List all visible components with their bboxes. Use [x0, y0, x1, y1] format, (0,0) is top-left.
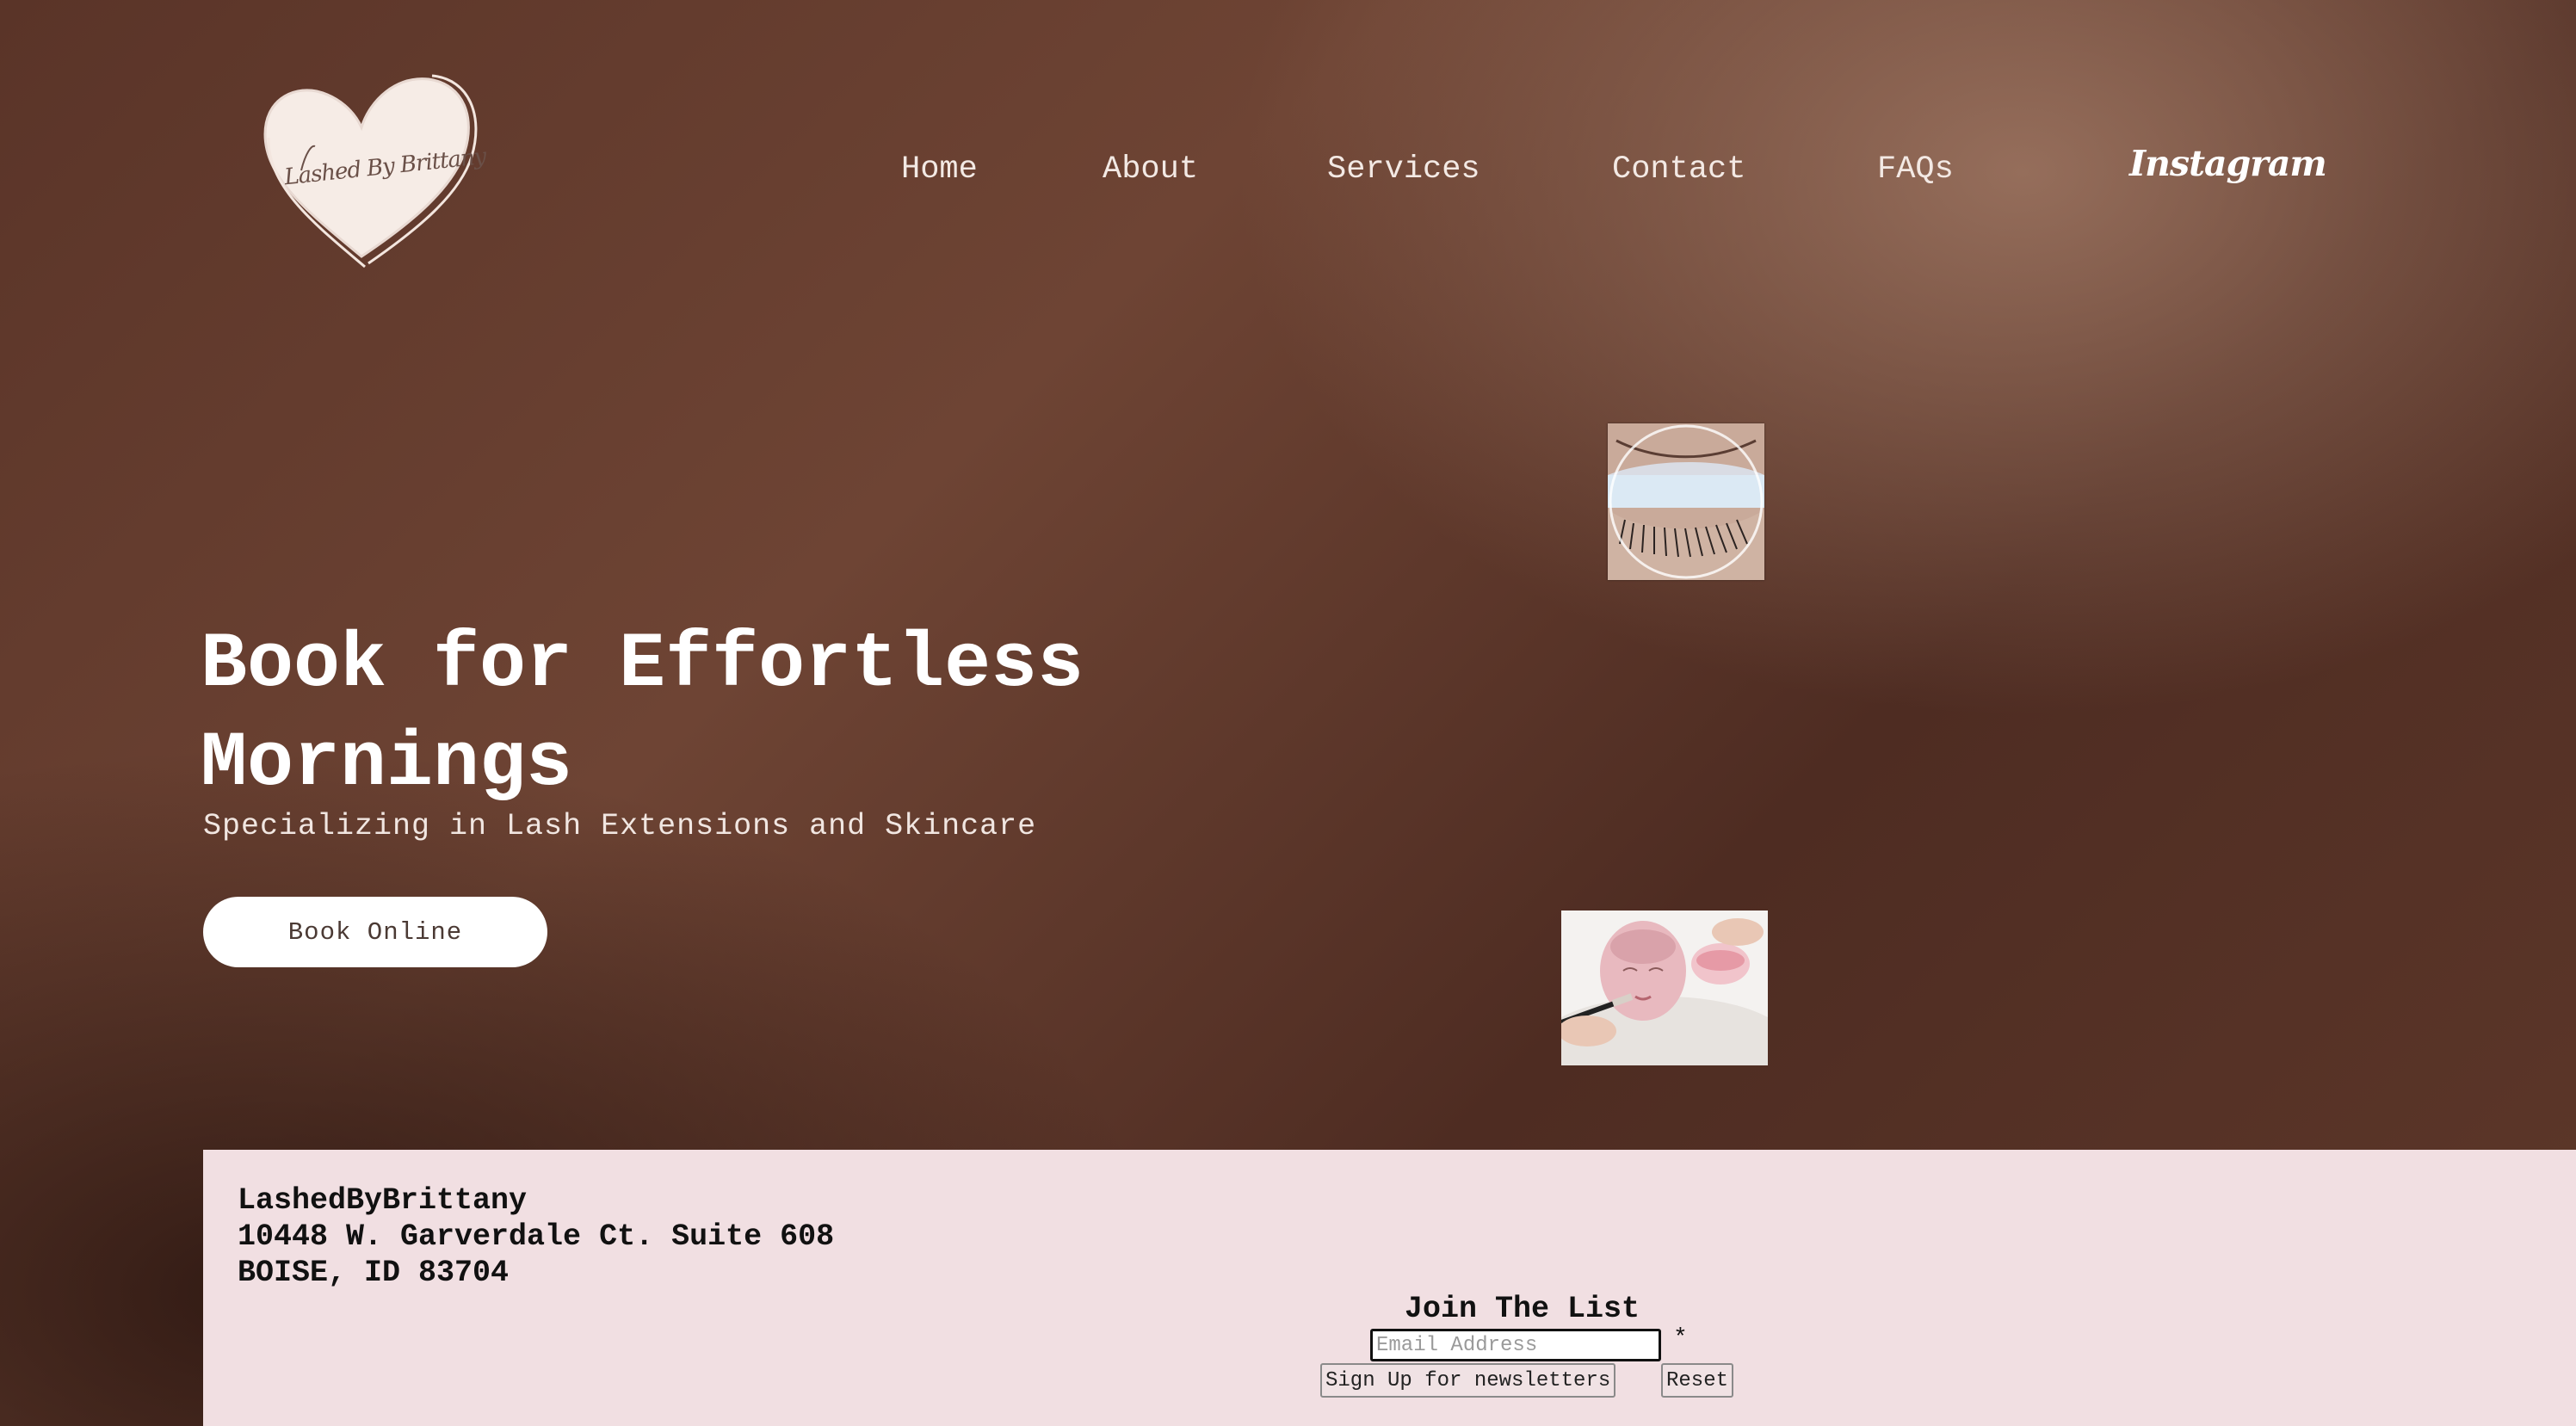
nav-contact[interactable]: Contact [1612, 151, 1745, 188]
facial-treatment-photo [1561, 911, 1768, 1065]
hero-subheadline: Specializing in Lash Extensions and Skin… [203, 809, 1037, 843]
newsletter-title: Join The List [1405, 1292, 1640, 1326]
hero-headline: Book for Effortless Mornings [201, 621, 1084, 808]
nav-home[interactable]: Home [901, 151, 978, 188]
lash-extension-photo [1608, 423, 1764, 580]
newsletter-reset-button[interactable]: Reset [1661, 1363, 1734, 1398]
nav-about[interactable]: About [1103, 151, 1198, 188]
newsletter-email-input[interactable] [1370, 1329, 1661, 1361]
instagram-link[interactable]: Instagram [2129, 143, 2327, 184]
nav-services[interactable]: Services [1327, 151, 1480, 188]
business-address: LashedByBrittany 10448 W. Garverdale Ct.… [238, 1182, 834, 1291]
address-line-1: 10448 W. Garverdale Ct. Suite 608 [238, 1219, 835, 1254]
business-name: LashedByBrittany [238, 1183, 528, 1218]
required-mark: * [1673, 1325, 1688, 1352]
nav-faqs[interactable]: FAQs [1877, 151, 1954, 188]
brand-logo[interactable]: Lashed By Brittany [250, 67, 491, 282]
address-line-2: BOISE, ID 83704 [238, 1256, 510, 1290]
site-footer: LashedByBrittany 10448 W. Garverdale Ct.… [203, 1150, 2576, 1426]
book-online-button[interactable]: Book Online [203, 897, 547, 967]
newsletter-signup-button[interactable]: Sign Up for newsletters [1320, 1363, 1616, 1398]
